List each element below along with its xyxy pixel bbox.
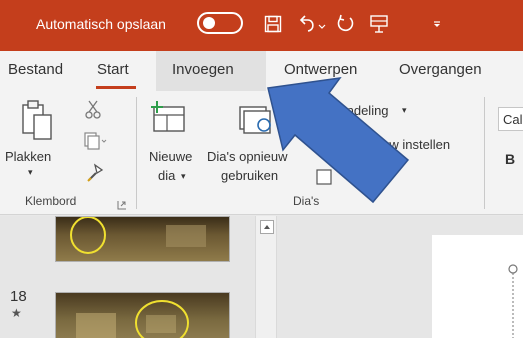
tab-ontwerpen[interactable]: Ontwerpen bbox=[284, 61, 357, 78]
slide-thumbnail-18[interactable] bbox=[55, 292, 230, 338]
thumbnail-image bbox=[76, 300, 189, 338]
slide-thumbnail-pane bbox=[0, 216, 255, 338]
slide-animation-star-icon: ★ bbox=[11, 306, 22, 320]
tab-invoegen[interactable]: Invoegen bbox=[172, 61, 234, 78]
powerpoint-window: Automatisch opslaan Bestand Start Invoeg… bbox=[0, 0, 523, 338]
slide-canvas-area bbox=[277, 216, 523, 338]
reuse-slides-label-2[interactable]: gebruiken bbox=[221, 168, 278, 183]
cut-icon[interactable] bbox=[85, 99, 103, 124]
font-name-value: Cal bbox=[503, 112, 523, 127]
new-slide-label-1[interactable]: Nieuwe bbox=[149, 149, 192, 164]
layout-icon[interactable] bbox=[325, 103, 341, 126]
new-slide-icon[interactable] bbox=[148, 99, 190, 140]
section-icon[interactable] bbox=[316, 169, 332, 190]
toggle-knob bbox=[203, 17, 215, 29]
copy-icon[interactable] bbox=[83, 131, 109, 156]
bold-button[interactable]: B bbox=[505, 151, 515, 167]
paste-label[interactable]: Plakken bbox=[5, 149, 51, 164]
paste-dropdown-icon[interactable]: ▾ bbox=[28, 167, 33, 178]
dialog-launcher-icon[interactable] bbox=[117, 197, 127, 215]
redo-icon[interactable] bbox=[334, 10, 356, 38]
tab-start[interactable]: Start bbox=[97, 61, 129, 78]
undo-icon[interactable] bbox=[298, 10, 328, 38]
group-klembord-label: Klembord bbox=[25, 194, 77, 208]
save-icon[interactable] bbox=[262, 10, 284, 38]
reset-label[interactable]: ieuw instellen bbox=[372, 137, 450, 152]
font-name-box[interactable]: Cal bbox=[498, 107, 523, 131]
group-separator bbox=[484, 97, 485, 209]
group-separator bbox=[136, 97, 137, 209]
tab-start-underline bbox=[96, 86, 136, 89]
ribbon-tabs: Bestand Start Invoegen Ontwerpen Overgan… bbox=[0, 51, 523, 91]
slide-placeholder-handle bbox=[508, 264, 518, 338]
layout-label[interactable]: Indeling bbox=[343, 103, 389, 118]
slide-thumbnail-17[interactable] bbox=[55, 216, 230, 262]
format-painter-icon[interactable] bbox=[85, 163, 105, 188]
customize-icon[interactable] bbox=[430, 10, 444, 38]
layout-dropdown-icon[interactable]: ▾ bbox=[402, 105, 407, 116]
tab-overgangen[interactable]: Overgangen bbox=[399, 61, 482, 78]
tab-bestand[interactable]: Bestand bbox=[8, 61, 63, 78]
autosave-label: Automatisch opslaan bbox=[36, 16, 166, 32]
new-slide-label-2[interactable]: dia bbox=[158, 168, 175, 183]
scroll-up-button[interactable] bbox=[260, 220, 274, 234]
reuse-slides-icon[interactable] bbox=[238, 103, 278, 142]
autosave-toggle[interactable] bbox=[197, 12, 243, 34]
paste-icon[interactable] bbox=[20, 99, 54, 146]
new-slide-dropdown-icon[interactable]: ▾ bbox=[181, 171, 186, 182]
thumbnail-scrollbar[interactable] bbox=[255, 216, 277, 338]
reuse-slides-label-1[interactable]: Dia's opnieuw bbox=[207, 149, 288, 164]
present-icon[interactable] bbox=[368, 10, 390, 38]
ribbon-panel: Plakken ▾ Klembord Nieuwe dia ▾ Dia's op… bbox=[0, 91, 523, 215]
current-slide[interactable] bbox=[432, 235, 523, 338]
group-dias-label: Dia's bbox=[293, 194, 320, 208]
thumbnail-image bbox=[70, 217, 206, 254]
slide-number: 18 bbox=[10, 288, 27, 305]
title-bar: Automatisch opslaan bbox=[0, 0, 523, 51]
